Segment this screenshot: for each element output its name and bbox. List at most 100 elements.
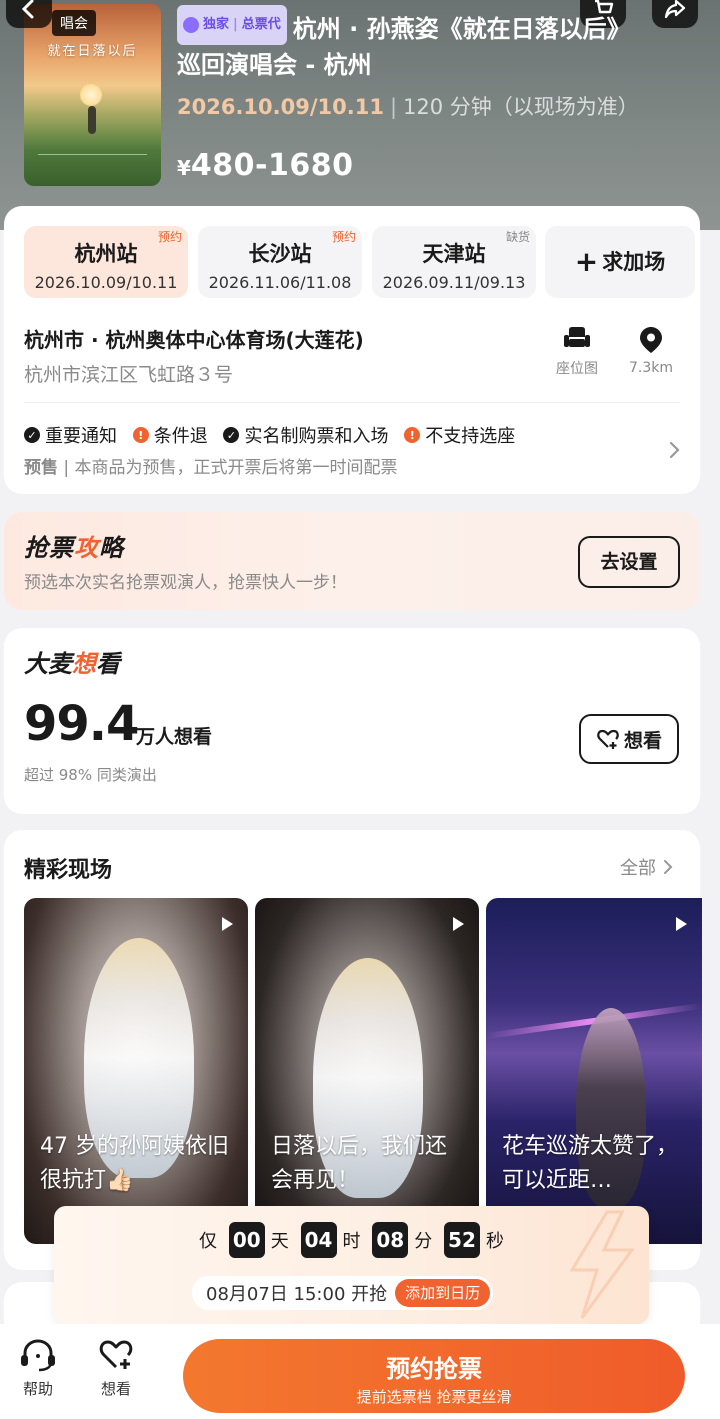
notice-list[interactable]: ✓ 重要通知 ! 条件退 ✓ 实名制购票和入场 ! 不支持选座	[24, 422, 525, 448]
chevron-right-icon[interactable]	[667, 440, 683, 460]
help-label: 帮助	[22, 1380, 53, 1398]
event-title-block: 独家 | 总票代 杭州 · 孙燕姿《就在日落以后》 巡回演唱会 - 杭州 202…	[177, 5, 697, 121]
request-extra-show-label: 求加场	[602, 250, 666, 274]
event-duration: 120 分钟（以现场为准）	[403, 95, 639, 119]
sale-countdown-banner: 仅 00 天 04 时 08 分 52 秒 08月07日 15:00 开抢 添加到日历	[54, 1206, 649, 1324]
event-title-text: 杭州 · 孙燕姿《就在日落以后》	[292, 15, 631, 43]
check-icon: ✓	[223, 427, 240, 443]
station-flag: 缺货	[505, 230, 530, 244]
badge-agent: 总票代	[241, 17, 281, 32]
chevron-right-icon	[664, 860, 673, 874]
strategy-setup-button[interactable]: 去设置	[578, 536, 680, 588]
video-caption: 47 岁的孙阿姨依旧很抗打👍🏻	[40, 1134, 229, 1193]
warning-icon: !	[404, 427, 421, 443]
poster-sun	[80, 84, 102, 106]
poster-figure	[88, 106, 96, 134]
countdown-minutes: 08	[372, 1222, 409, 1258]
heart-plus-icon	[597, 729, 619, 749]
check-icon: ✓	[24, 427, 40, 443]
presale-text: 本商品为预售，正式开票后将第一时间配票	[74, 458, 398, 478]
station-flag: 预约	[157, 230, 182, 244]
event-date: 2026.10.09/10.11	[177, 95, 384, 119]
video-card[interactable]: 47 岁的孙阿姨依旧很抗打👍🏻	[24, 898, 248, 1244]
station-tab-tianjin[interactable]: 缺货 天津站 2026.09.11/09.13	[372, 226, 536, 298]
live-see-all-label: 全部	[620, 858, 656, 879]
venue-address[interactable]: 杭州市滨江区飞虹路３号	[24, 360, 233, 387]
reserve-ticket-button[interactable]: 预约抢票 提前选票档 抢票更丝滑	[183, 1339, 685, 1413]
bottom-action-bar: 帮助 想看 预约抢票 提前选票档 抢票更丝滑	[0, 1324, 720, 1419]
station-dates: 2026.09.11/09.13	[382, 273, 526, 292]
notice-item[interactable]: ✓ 重要通知	[24, 422, 117, 448]
strategy-description: 预选本次实名抢票观演人，抢票快人一步！	[24, 573, 347, 593]
want-tab-button[interactable]: 想看	[86, 1338, 146, 1399]
help-button[interactable]: 帮助	[8, 1338, 68, 1399]
poster-fineprint	[38, 154, 147, 172]
seatmap-label: 座位图	[556, 361, 598, 377]
seatmap-button[interactable]: 座位图	[552, 326, 602, 378]
live-highlights-card: 精彩现场 全部 47 岁的孙阿姨依旧很抗打👍🏻 日落以后，我们还会再见！ 花车巡…	[4, 830, 702, 1270]
map-location-button[interactable]: 7.3km	[624, 326, 678, 376]
station-flag: 预约	[331, 230, 356, 244]
notice-item[interactable]: ! 不支持选座	[404, 422, 515, 448]
strategy-title: 抢票攻略	[24, 534, 124, 562]
event-poster[interactable]: 就在日落以后 唱会	[24, 4, 161, 186]
video-card[interactable]: 日落以后，我们还会再见！	[255, 898, 479, 1244]
want-button-label: 想看	[623, 729, 662, 752]
warning-icon: !	[132, 427, 149, 443]
heart-plus-icon	[99, 1340, 133, 1369]
divider	[24, 402, 680, 403]
station-dates: 2026.10.09/10.11	[34, 273, 178, 292]
reserve-ticket-label: 预约抢票	[386, 1355, 482, 1383]
want-comparison: 超过 98% 同类演出	[24, 766, 157, 784]
video-card[interactable]: 花车巡游太赞了，可以近距…	[486, 898, 702, 1244]
plus-icon: +	[574, 245, 599, 278]
live-see-all-link[interactable]: 全部	[620, 854, 676, 880]
notice-item[interactable]: ✓ 实名制购票和入场	[223, 422, 388, 448]
add-to-calendar-button[interactable]: 添加到日历	[395, 1279, 491, 1307]
price-range: ¥480-1680	[177, 148, 354, 183]
live-title: 精彩现场	[24, 858, 113, 883]
presale-tag: 预售	[24, 458, 58, 478]
station-dates: 2026.11.06/11.08	[208, 273, 352, 292]
badge-exclusive: 独家	[203, 17, 230, 32]
presale-note: 预售 | 本商品为预售，正式开票后将第一时间配票	[24, 458, 398, 478]
want-count-unit: 万人想看	[136, 726, 213, 748]
price-value: 480-1680	[190, 148, 354, 183]
event-title-line1: 独家 | 总票代 杭州 · 孙燕姿《就在日落以后》	[177, 5, 677, 47]
play-icon	[222, 917, 233, 931]
ticket-badge: 独家 | 总票代	[177, 5, 287, 45]
headset-icon	[21, 1339, 55, 1372]
event-meta: 2026.10.09/10.11 | 120 分钟（以现场为准）	[177, 95, 639, 119]
play-icon	[453, 917, 464, 931]
poster-title: 就在日落以后	[47, 44, 138, 59]
station-tab-changsha[interactable]: 预约 长沙站 2026.11.06/11.08	[198, 226, 362, 298]
want-to-see-card: 大麦想看 99.4 万人想看 超过 98% 同类演出 想看	[4, 628, 700, 814]
video-caption: 日落以后，我们还会再见！	[271, 1134, 448, 1193]
poster-tag: 唱会	[52, 10, 96, 36]
chevron-left-icon	[21, 0, 34, 19]
want-count: 99.4	[24, 696, 139, 752]
badge-logo-icon	[183, 17, 199, 33]
sale-open-time-label: 08月07日 15:00 开抢	[206, 1284, 388, 1305]
request-extra-show-button[interactable]: + 求加场	[545, 226, 695, 298]
countdown-seconds: 52	[443, 1222, 480, 1258]
price-currency: ¥	[177, 156, 191, 180]
want-title: 大麦想看	[24, 650, 120, 678]
reserve-ticket-sublabel: 提前选票档 抢票更丝滑	[356, 1388, 512, 1406]
station-venue-card: 预约 杭州站 2026.10.09/10.11 预约 长沙站 2026.11.0…	[4, 206, 700, 494]
back-button[interactable]	[6, 0, 52, 28]
sale-open-time: 08月07日 15:00 开抢 添加到日历	[192, 1276, 494, 1310]
countdown-days: 00	[228, 1222, 265, 1258]
venue-name[interactable]: 杭州市 · 杭州奥体中心体育场(大莲花)	[24, 324, 364, 353]
want-to-see-button[interactable]: 想看	[579, 714, 679, 764]
seat-icon	[564, 327, 590, 347]
notice-item[interactable]: ! 条件退	[132, 422, 208, 448]
play-icon	[676, 917, 687, 931]
event-title-line2: 巡回演唱会 - 杭州	[177, 51, 372, 79]
video-caption: 花车巡游太赞了，可以近距…	[502, 1134, 679, 1193]
countdown-hours: 04	[300, 1222, 337, 1258]
station-tab-hangzhou[interactable]: 预约 杭州站 2026.10.09/10.11	[24, 226, 188, 298]
distance-label: 7.3km	[628, 360, 673, 376]
event-header: 就在日落以后 唱会 独家 | 总票代 杭州 · 孙燕姿《就在日落以后》 巡回演唱…	[0, 0, 720, 230]
want-tab-label: 想看	[100, 1380, 131, 1398]
